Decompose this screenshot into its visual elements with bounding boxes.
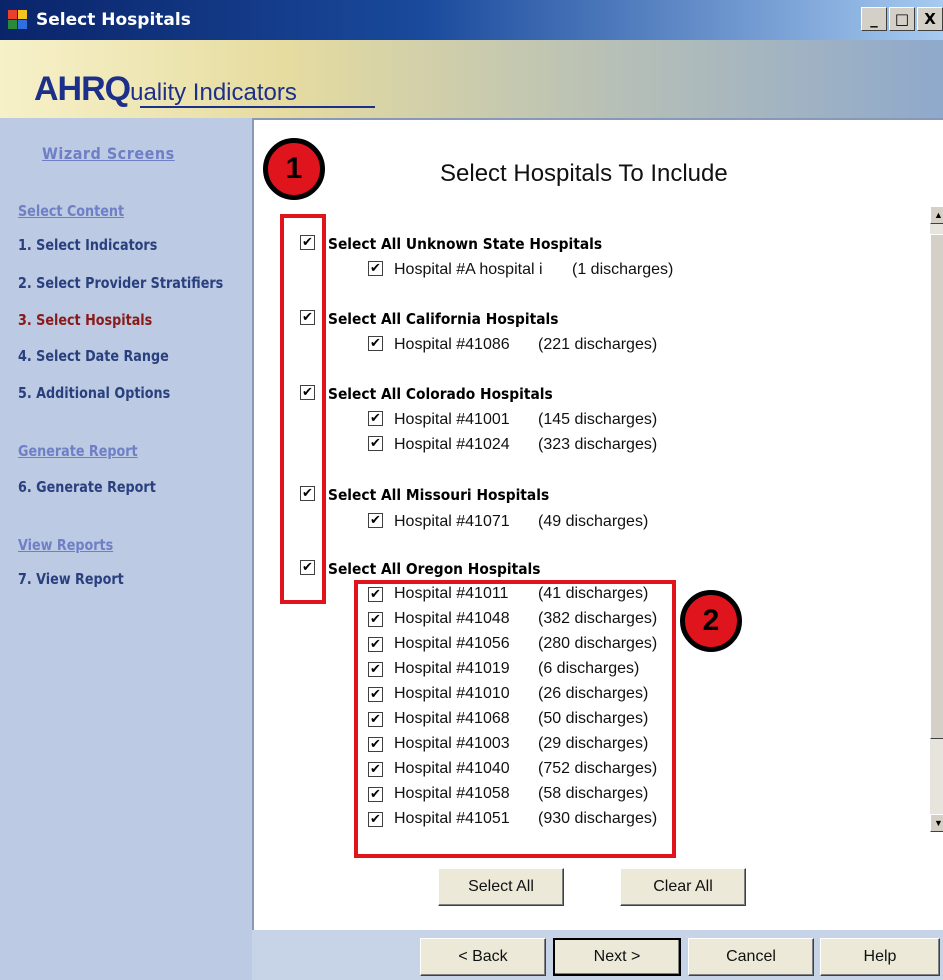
wizard-sidebar: Wizard Screens Select Content 1. Select … [0,118,252,980]
hospital-name: Hospital #A hospital i [394,261,543,278]
hospital-name: Hospital #41001 [394,411,510,428]
sidebar-item-view-report[interactable]: 7. View Report [18,570,124,588]
hospital-name: Hospital #41086 [394,336,510,353]
annotation-callout-1: 1 [263,138,325,200]
hospital-discharges: (145 discharges) [538,411,658,428]
close-button[interactable]: X [917,7,943,31]
annotation-box-2 [354,580,676,858]
cancel-button[interactable]: Cancel [688,938,814,976]
annotation-callout-2: 2 [680,590,742,652]
window-controls: _ □ X [861,7,943,31]
hospital-checkbox[interactable]: ✔ [368,411,383,426]
scroll-down-icon[interactable]: ▼ [930,814,943,832]
hospital-name: Hospital #41071 [394,513,510,530]
sidebar-section-select-content[interactable]: Select Content [18,202,124,220]
select-all-button[interactable]: Select All [438,868,564,906]
state-group-label: Select All California Hospitals [328,310,559,328]
clear-all-button[interactable]: Clear All [620,868,746,906]
ahrq-logo: AHRQ uality Indicators [34,70,297,109]
back-button[interactable]: < Back [420,938,546,976]
hospital-checkbox[interactable]: ✔ [368,513,383,528]
hospital-selection-panel: Select Hospitals To Include ✔ Select All… [252,118,943,930]
sidebar-item-generate-report[interactable]: 6. Generate Report [18,478,156,496]
scroll-up-icon[interactable]: ▲ [930,206,943,224]
sidebar-item-additional-options[interactable]: 5. Additional Options [18,384,170,402]
state-group-label: Select All Colorado Hospitals [328,385,553,403]
logo-ahrq: AHRQ [34,70,131,108]
minimize-button[interactable]: _ [861,7,887,31]
page-title: Select Hospitals To Include [440,160,728,187]
app-icon [8,10,28,30]
state-group-label: Select All Unknown State Hospitals [328,235,603,253]
sidebar-item-select-indicators[interactable]: 1. Select Indicators [18,236,157,254]
wizard-screens-heading[interactable]: Wizard Screens [42,144,175,163]
hospital-name: Hospital #41024 [394,436,510,453]
logo-text: uality Indicators [130,79,297,106]
hospital-discharges: (1 discharges) [572,261,674,278]
help-button[interactable]: Help [820,938,940,976]
annotation-box-1 [280,214,326,604]
hospital-discharges: (221 discharges) [538,336,658,353]
sidebar-section-generate-report[interactable]: Generate Report [18,442,138,460]
sidebar-item-select-hospitals[interactable]: 3. Select Hospitals [18,311,152,329]
state-group-label: Select All Missouri Hospitals [328,486,550,504]
header-banner: AHRQ uality Indicators [0,40,943,118]
hospital-checkbox[interactable]: ✔ [368,436,383,451]
logo-underline [140,106,375,108]
state-group-label: Select All Oregon Hospitals [328,560,541,578]
sidebar-item-select-date-range[interactable]: 4. Select Date Range [18,347,169,365]
hospital-checkbox[interactable]: ✔ [368,261,383,276]
title-bar: Select Hospitals _ □ X [0,0,943,40]
hospital-checkbox[interactable]: ✔ [368,336,383,351]
sidebar-section-view-reports[interactable]: View Reports [18,536,113,554]
hospital-discharges: (323 discharges) [538,436,658,453]
window-title: Select Hospitals [36,10,191,30]
scrollbar-thumb[interactable] [930,234,943,739]
next-button[interactable]: Next > [553,938,681,976]
hospital-discharges: (49 discharges) [538,513,649,530]
maximize-button[interactable]: □ [889,7,915,31]
sidebar-item-select-provider-stratifiers[interactable]: 2. Select Provider Stratifiers [18,274,223,292]
list-scrollbar[interactable]: ▲ ▼ [930,206,943,832]
